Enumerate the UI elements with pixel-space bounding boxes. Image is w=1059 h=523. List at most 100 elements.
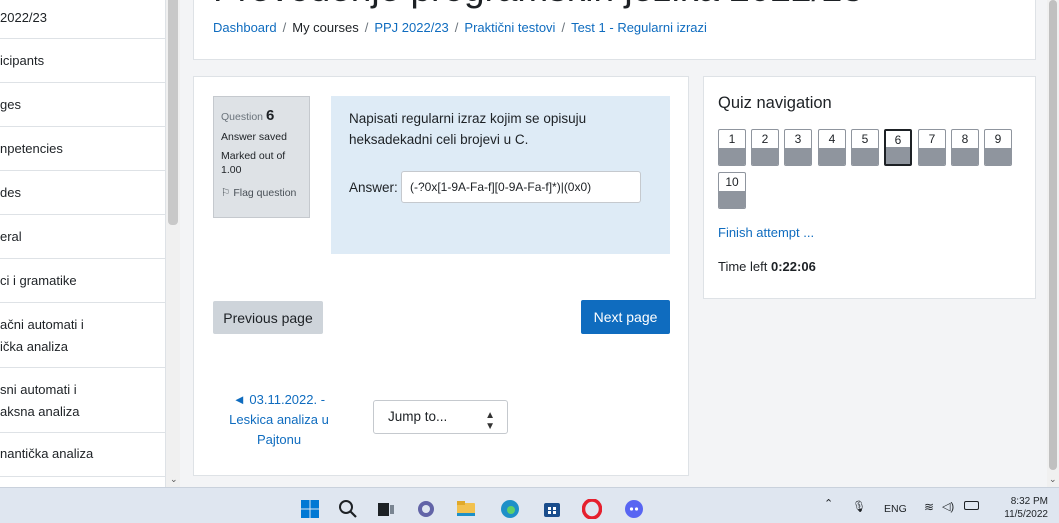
question-status: Answer saved <box>221 131 287 143</box>
quiz-nav-button-10[interactable]: 10 <box>718 172 746 209</box>
quiz-nav-button-number: 3 <box>794 132 802 146</box>
quiz-navigation-title: Quiz navigation <box>718 94 832 112</box>
flag-question-link[interactable]: ⚐ Flag question <box>221 186 302 201</box>
drawer-item-label: sni automati i <box>0 382 77 397</box>
drawer-item-course[interactable]: 2022/23 <box>0 0 165 39</box>
quiz-nav-button-number: 6 <box>894 133 902 147</box>
quiz-nav-button-number: 4 <box>828 132 836 146</box>
drawer-item-general[interactable]: eral <box>0 215 165 259</box>
answered-state-indicator <box>852 148 878 165</box>
quiz-nav-button-number: 5 <box>861 132 869 146</box>
battery-icon[interactable] <box>964 501 979 510</box>
drawer-item-label: ačni automati i <box>0 317 84 332</box>
breadcrumb-separator: / <box>364 20 369 35</box>
time-left: Time left 0:22:06 <box>718 259 816 274</box>
chevron-down-icon[interactable]: ⌄ <box>170 474 178 485</box>
drawer-item-label: ges <box>0 97 21 112</box>
question-number: Question 6 <box>221 107 275 124</box>
answered-state-indicator <box>719 191 745 208</box>
system-clock[interactable]: 8:32 PM 11/5/2022 <box>996 495 1048 521</box>
answer-input[interactable] <box>401 171 641 203</box>
quiz-nav-button-number: 2 <box>761 132 769 146</box>
edge-icon[interactable] <box>500 499 520 519</box>
flag-icon: ⚐ <box>221 187 231 200</box>
next-page-button[interactable]: Next page <box>581 300 670 334</box>
quiz-nav-button-9[interactable]: 9 <box>984 129 1012 166</box>
clock-date: 11/5/2022 <box>1004 509 1048 520</box>
drawer-item-label: ci i gramatike <box>0 273 77 288</box>
opera-icon[interactable] <box>582 499 602 519</box>
page-scrollbar-thumb[interactable] <box>1049 0 1057 470</box>
quiz-nav-button-2[interactable]: 2 <box>751 129 779 166</box>
quiz-nav-button-4[interactable]: 4 <box>818 129 846 166</box>
windows-start-icon[interactable] <box>300 499 320 519</box>
drawer-item-label: icipants <box>0 53 45 68</box>
drawer-item-section[interactable]: ci i gramatike <box>0 259 165 303</box>
quiz-nav-button-3[interactable]: 3 <box>784 129 812 166</box>
discord-icon[interactable] <box>624 499 644 519</box>
breadcrumb: Dashboard / My courses / PPJ 2022/23 / Praktič… <box>213 20 707 35</box>
drawer-item-label: des <box>0 185 21 200</box>
answered-state-indicator <box>985 148 1011 165</box>
clock-time: 8:32 PM <box>1010 496 1048 507</box>
breadcrumb-separator: / <box>561 20 566 35</box>
quiz-nav-button-6[interactable]: 6 <box>884 129 912 166</box>
question-marks: Marked out of 1.00 <box>221 149 286 177</box>
drawer-item-section[interactable]: nantička analiza <box>0 433 165 477</box>
breadcrumb-separator: / <box>454 20 459 35</box>
language-indicator[interactable]: ENG <box>884 503 907 515</box>
breadcrumb-quiz[interactable]: Test 1 - Regularni izrazi <box>571 20 707 35</box>
quiz-nav-button-number: 7 <box>928 132 936 146</box>
answered-state-indicator <box>719 148 745 165</box>
answer-label: Answer: <box>349 180 398 195</box>
quiz-nav-button-1[interactable]: 1 <box>718 129 746 166</box>
file-explorer-icon[interactable] <box>456 499 476 519</box>
drawer-item-competencies[interactable]: npetencies <box>0 127 165 171</box>
microphone-icon[interactable]: 🎙 <box>852 500 866 513</box>
drawer-item-section[interactable]: ačni automati i ička analiza <box>0 303 165 368</box>
store-icon[interactable] <box>542 499 562 519</box>
drawer-item-label: npetencies <box>0 141 63 156</box>
breadcrumb-separator: / <box>282 20 287 35</box>
previous-activity-link[interactable]: ◄ 03.11.2022. - Leskica analiza u Pajton… <box>224 390 334 450</box>
breadcrumb-section[interactable]: Praktični testovi <box>464 20 555 35</box>
drawer-item-participants[interactable]: icipants <box>0 39 165 83</box>
quiz-nav-button-number: 8 <box>961 132 969 146</box>
task-view-icon[interactable] <box>376 499 396 519</box>
finish-attempt-link[interactable]: Finish attempt ... <box>718 225 814 240</box>
breadcrumb-dashboard[interactable]: Dashboard <box>213 20 277 35</box>
course-index-drawer: 2022/23 icipants ges npetencies des eral… <box>0 0 166 487</box>
drawer-scrollbar-thumb[interactable] <box>168 0 178 225</box>
answered-state-indicator <box>952 148 978 165</box>
quiz-nav-button-8[interactable]: 8 <box>951 129 979 166</box>
answered-state-indicator <box>819 148 845 165</box>
drawer-item-label: ička analiza <box>0 339 68 354</box>
jump-to-select[interactable]: Jump to... ▲ ▼ <box>373 400 508 434</box>
volume-icon[interactable]: ◁) <box>942 500 954 513</box>
jump-to-label: Jump to... <box>388 409 448 424</box>
previous-page-button[interactable]: Previous page <box>213 301 323 334</box>
question-info: Question 6 Answer saved Marked out of 1.… <box>213 96 310 218</box>
answered-state-indicator <box>886 147 910 164</box>
drawer-item-section[interactable]: sni automati i aksna analiza <box>0 368 165 433</box>
chat-icon[interactable] <box>416 499 436 519</box>
drawer-item-badges[interactable]: ges <box>0 83 165 127</box>
answered-state-indicator <box>919 148 945 165</box>
search-icon[interactable] <box>338 499 358 519</box>
quiz-nav-button-5[interactable]: 5 <box>851 129 879 166</box>
breadcrumb-my-courses: My courses <box>292 20 359 35</box>
chevron-up-icon[interactable]: ⌃ <box>824 497 833 510</box>
quiz-nav-button-7[interactable]: 7 <box>918 129 946 166</box>
answered-state-indicator <box>752 148 778 165</box>
breadcrumb-course[interactable]: PPJ 2022/23 <box>374 20 448 35</box>
page-title: Prevođenje programskih jezika 2022/23 <box>213 0 863 10</box>
drawer-item-label: aksna analiza <box>0 404 80 419</box>
chevron-down-icon[interactable]: ⌄ <box>1049 474 1057 485</box>
quiz-nav-button-number: 1 <box>728 132 736 146</box>
quiz-nav-button-number: 10 <box>725 175 739 189</box>
drawer-item-label: 2022/23 <box>0 10 47 25</box>
drawer-item-label: nantička analiza <box>0 446 94 461</box>
drawer-item-label: eral <box>0 229 22 244</box>
wifi-icon[interactable]: ≋ <box>924 500 934 514</box>
drawer-item-grades[interactable]: des <box>0 171 165 215</box>
